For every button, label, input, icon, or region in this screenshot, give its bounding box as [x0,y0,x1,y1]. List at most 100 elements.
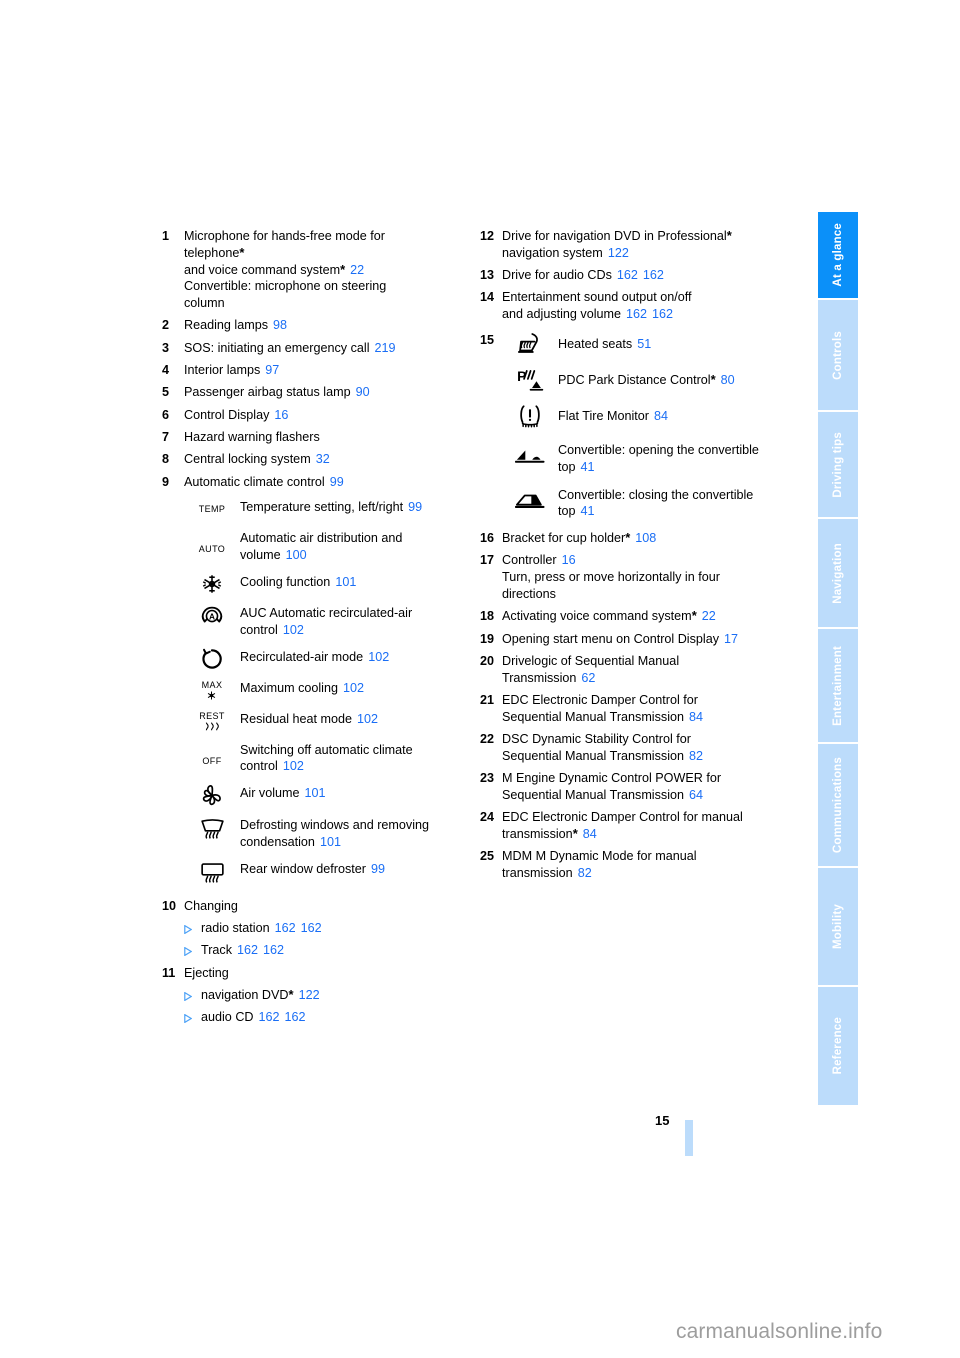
page-reference[interactable]: 84 [583,827,597,841]
legend-number: 17 [480,553,495,568]
page-reference[interactable]: 162 [237,943,258,957]
climate-control-icon-list: TEMP Temperature setting, left/right 99 A… [184,498,472,883]
legend-text: Drivelogic of Sequential Manual Transmis… [502,653,680,685]
page-reference[interactable]: 16 [274,408,288,422]
tab-at-a-glance[interactable]: At a glance [818,212,858,300]
page-reference[interactable]: 162 [626,307,647,321]
page-reference[interactable]: 80 [721,373,735,387]
icon-label: Recirculated-air mode 102 [240,649,390,664]
page-reference[interactable]: 102 [357,712,378,726]
page-reference[interactable]: 62 [581,671,595,685]
page-reference[interactable]: 22 [350,263,364,277]
legend-text: Activating voice command system* 22 [502,608,716,624]
page-reference[interactable]: 99 [330,475,344,489]
legend-number: 11 [162,965,176,980]
optional-equipment-asterisk: * [288,986,294,1002]
tab-controls[interactable]: Controls [818,300,858,412]
page-reference[interactable]: 16 [562,553,576,567]
legend-text: audio CD 162 162 [201,1010,306,1025]
page-reference[interactable]: 17 [724,632,738,646]
legend-line: Microphone for hands-free mode for [184,229,385,243]
legend-text: Changing [184,898,238,913]
page-reference[interactable]: 162 [259,1010,280,1024]
tab-entertainment[interactable]: Entertainment [818,629,858,744]
page-reference[interactable]: 32 [316,452,330,466]
legend-item-group-15: 15 Heated seats 51 P PDC Park Distance C… [480,332,790,520]
page-reference[interactable]: 101 [335,575,356,589]
page-reference[interactable]: 98 [273,318,287,332]
tab-communications[interactable]: Communications [818,744,858,868]
left-legend-column: 1 Microphone for hands-free mode for tel… [162,228,472,1032]
page-reference[interactable]: 82 [578,866,592,880]
page-reference[interactable]: 101 [305,786,326,800]
legend-item: 12 Drive for navigation DVD in Professio… [480,228,790,262]
page-reference[interactable]: 97 [265,363,279,377]
page-reference[interactable]: 82 [689,749,703,763]
icon-row: Convertible: closing the convertible top… [502,486,790,521]
page-reference[interactable]: 101 [320,835,341,849]
page-reference[interactable]: 162 [301,921,322,935]
legend-text: EDC Electronic Damper Control for Sequen… [502,693,704,724]
page-reference[interactable]: 219 [375,341,396,355]
page-reference[interactable]: 162 [275,921,296,935]
legend-number: 24 [480,810,495,825]
page-reference[interactable]: 64 [689,788,703,802]
legend-text: Track 162 162 [201,943,285,958]
legend-item: 6 Control Display 16 [162,407,472,424]
page-reference[interactable]: 90 [356,385,370,399]
page-reference[interactable]: 162 [263,943,284,957]
triangle-bullet-icon [184,942,201,957]
icon-row: REST Residual heat mode 102 [184,710,472,732]
page-reference[interactable]: 41 [581,504,595,518]
legend-number: 2 [162,318,170,333]
legend-text: Microphone for hands-free mode for telep… [184,228,472,312]
legend-line: telephone [184,245,240,260]
page-reference[interactable]: 100 [286,548,307,562]
page-reference[interactable]: 102 [368,650,389,664]
icon-row: TEMP Temperature setting, left/right 99 [184,498,472,520]
legend-item: 8 Central locking system 32 [162,451,472,468]
page-reference[interactable]: 84 [654,409,668,423]
page-reference[interactable]: 102 [283,623,304,637]
legend-line: column [184,296,225,311]
page-reference[interactable]: 102 [343,681,364,695]
legend-text: Drive for audio CDs 162 162 [502,268,664,283]
recirculated-air-icon [184,648,240,670]
group15-icon-list: Heated seats 51 P PDC Park Distance Cont… [502,332,790,520]
temp-icon: TEMP [198,504,226,515]
icon-label: Defrosting windows and removing condensa… [240,818,429,849]
icon-row: Air volume 101 [184,784,472,807]
page-reference[interactable]: 51 [637,337,651,351]
legend-line: SOS: initiating an emergency call [184,340,370,355]
page-reference[interactable]: 99 [371,862,385,876]
page-reference[interactable]: 99 [408,500,422,514]
windshield-defrost-icon [184,816,240,840]
legend-item: 20 Drivelogic of Sequential Manual Trans… [480,653,790,687]
legend-text: navigation DVD* 122 [201,986,320,1002]
rear-defroster-icon [184,860,240,884]
page-reference[interactable]: 162 [643,268,664,282]
tab-mobility[interactable]: Mobility [818,868,858,987]
page-reference[interactable]: 22 [702,609,716,623]
icon-label: Switching off automatic climate control 1… [240,742,413,774]
convertible-top-open-icon [502,441,558,468]
tab-reference[interactable]: Reference [818,987,858,1105]
legend-text: Drive for navigation DVD in Professional… [502,228,732,260]
page-reference[interactable]: 162 [617,268,638,282]
page-reference[interactable]: 108 [635,531,656,545]
optional-equipment-asterisk: * [710,371,716,387]
tab-label: Communications [832,756,844,854]
tab-driving-tips[interactable]: Driving tips [818,412,858,519]
page-reference[interactable]: 41 [581,460,595,474]
page-reference[interactable]: 122 [299,988,320,1002]
page-reference[interactable]: 102 [283,759,304,773]
tab-label: Reference [832,1017,844,1075]
heated-seat-icon [502,332,558,356]
icon-label: Heated seats 51 [558,336,652,351]
page-reference[interactable]: 84 [689,710,703,724]
page-reference[interactable]: 122 [608,246,629,260]
tab-navigation[interactable]: Navigation [818,519,858,629]
page-reference[interactable]: 162 [652,307,673,321]
page-reference[interactable]: 162 [285,1010,306,1024]
optional-equipment-asterisk: * [726,228,732,243]
